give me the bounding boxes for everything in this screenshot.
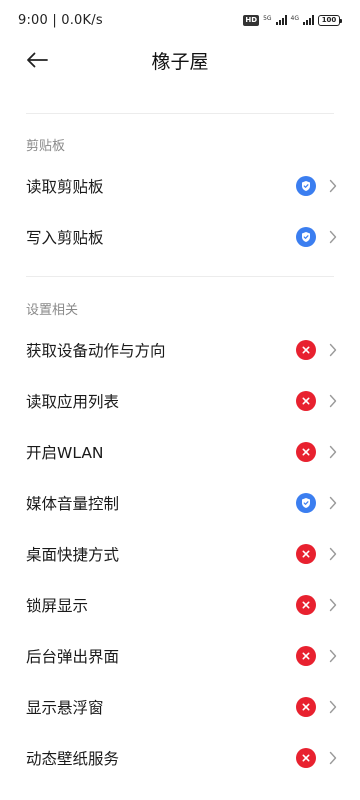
permission-label: 动态壁纸服务 [26, 749, 120, 768]
permission-label: 桌面快捷方式 [26, 545, 120, 564]
x-icon [296, 543, 316, 564]
check-shield-icon [296, 226, 316, 247]
check-shield-icon [296, 492, 316, 513]
chevron-right-icon [328, 445, 338, 459]
chevron-right-icon [328, 394, 338, 408]
permission-row-live-wallpaper[interactable]: 动态壁纸服务 [0, 732, 360, 783]
x-icon [296, 390, 316, 411]
arrow-left-icon [27, 52, 48, 68]
back-button[interactable] [22, 46, 52, 74]
status-bar: 9:00 | 0.0K/s HD 5G 4G 100 [0, 0, 360, 40]
divider [26, 276, 334, 277]
permission-row-wlan[interactable]: 开启WLAN [0, 426, 360, 477]
permission-row-device-motion[interactable]: 获取设备动作与方向 [0, 324, 360, 375]
permission-row-app-list[interactable]: 读取应用列表 [0, 375, 360, 426]
chevron-right-icon [328, 649, 338, 663]
permission-row-read-clipboard[interactable]: 读取剪贴板 [0, 160, 360, 211]
page-title: 橡子屋 [151, 50, 209, 73]
permission-row-desktop-shortcut[interactable]: 桌面快捷方式 [0, 528, 360, 579]
permission-label: 后台弹出界面 [26, 647, 120, 666]
network-4g-label: 4G [290, 14, 299, 22]
battery-icon: 100 [318, 14, 342, 26]
chevron-right-icon [328, 598, 338, 612]
status-time-speed: 9:00 | 0.0K/s [18, 12, 103, 28]
x-icon [296, 645, 316, 666]
permission-label: 媒体音量控制 [26, 494, 120, 513]
permission-label: 写入剪贴板 [26, 228, 104, 247]
chevron-right-icon [328, 230, 338, 244]
x-icon [296, 747, 316, 768]
divider [26, 113, 334, 114]
permission-row-write-clipboard[interactable]: 写入剪贴板 [0, 211, 360, 262]
status-icons: HD 5G 4G 100 [243, 14, 342, 26]
network-5g-label: 5G [263, 14, 272, 22]
permissions-page: 9:00 | 0.0K/s HD 5G 4G 100 橡子屋 剪贴板 读取剪贴板 [0, 0, 360, 800]
permission-label: 读取剪贴板 [26, 177, 104, 196]
signal-icon [275, 15, 287, 25]
permission-label: 读取应用列表 [26, 392, 120, 411]
x-icon [296, 696, 316, 717]
signal-icon [303, 15, 314, 25]
section-title-clipboard: 剪贴板 [26, 139, 66, 154]
check-shield-icon [296, 175, 316, 196]
chevron-right-icon [328, 179, 338, 193]
permission-row-media-volume[interactable]: 媒体音量控制 [0, 477, 360, 528]
chevron-right-icon [328, 700, 338, 714]
permission-label: 开启WLAN [26, 443, 104, 462]
permission-label: 显示悬浮窗 [26, 698, 104, 717]
chevron-right-icon [328, 751, 338, 765]
permission-row-lock-screen[interactable]: 锁屏显示 [0, 579, 360, 630]
section-title-settings: 设置相关 [26, 303, 79, 318]
x-icon [296, 594, 316, 615]
x-icon [296, 339, 316, 360]
hd-icon: HD [243, 14, 260, 26]
header: 橡子屋 [0, 40, 360, 80]
chevron-right-icon [328, 343, 338, 357]
permission-row-floating-window[interactable]: 显示悬浮窗 [0, 681, 360, 732]
permission-label: 锁屏显示 [26, 596, 89, 615]
permission-row-background-popup[interactable]: 后台弹出界面 [0, 630, 360, 681]
permission-label: 获取设备动作与方向 [26, 341, 166, 360]
x-icon [296, 441, 316, 462]
chevron-right-icon [328, 547, 338, 561]
chevron-right-icon [328, 496, 338, 510]
